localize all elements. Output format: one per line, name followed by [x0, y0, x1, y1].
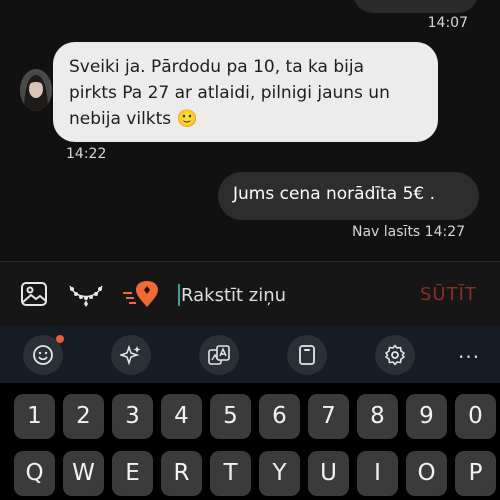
notification-dot [56, 335, 64, 343]
avatar[interactable] [20, 69, 52, 111]
ai-assist-button[interactable] [111, 335, 151, 375]
text-cursor [178, 284, 180, 306]
incoming-message[interactable]: Sveiki ja. Pārdodu pa 10, ta ka bija pir… [53, 42, 438, 142]
outgoing-message-text: Jums cena norādīta 5€ . [233, 184, 436, 204]
sparkle-icon [120, 344, 141, 366]
keyboard-settings-button[interactable] [375, 335, 415, 375]
key[interactable]: I [357, 451, 398, 496]
key[interactable]: W [63, 451, 104, 496]
key[interactable]: R [161, 451, 202, 496]
key[interactable]: 8 [357, 394, 398, 439]
clipboard-icon [299, 345, 315, 365]
key[interactable]: 6 [259, 394, 300, 439]
key[interactable]: 3 [112, 394, 153, 439]
avatar-image [20, 69, 52, 111]
send-button[interactable]: SŪTĪT [420, 284, 477, 305]
incoming-message-time: 14:22 [66, 146, 107, 162]
previous-message-bubble[interactable] [353, 0, 478, 13]
key[interactable]: T [210, 451, 251, 496]
key[interactable]: Y [259, 451, 300, 496]
compose-bar: Rakstīt ziņu SŪTĪT [0, 261, 500, 326]
keyboard-toolbar [0, 326, 500, 383]
emoji-icon [33, 345, 53, 365]
key[interactable]: 9 [406, 394, 447, 439]
keyboard: 1 2 3 4 5 6 7 8 9 0 Q W E R T Y U I O P [0, 383, 500, 500]
key[interactable]: 2 [63, 394, 104, 439]
chat-area: 14:07 Sveiki ja. Pārdodu pa 10, ta ka bi… [0, 0, 500, 261]
more-icon[interactable]: ··· [458, 345, 480, 369]
translate-icon [208, 345, 230, 365]
incoming-message-line: pirkts Pa 27 ar atlaidi, pilnigi jauns u… [69, 83, 390, 103]
key[interactable]: E [112, 451, 153, 496]
key[interactable]: Q [14, 451, 55, 496]
translate-button[interactable] [199, 335, 239, 375]
settings-icon [385, 344, 405, 366]
key[interactable]: U [308, 451, 349, 496]
key[interactable]: O [406, 451, 447, 496]
key[interactable]: 7 [308, 394, 349, 439]
key[interactable]: 5 [210, 394, 251, 439]
incoming-message-line: nebija vilkts 🙂 [69, 109, 198, 129]
key[interactable]: 0 [455, 394, 496, 439]
previous-message-time: 14:07 [427, 15, 468, 31]
message-input[interactable]: Rakstīt ziņu [181, 285, 286, 306]
clipboard-button[interactable] [287, 335, 327, 375]
necklace-icon[interactable] [68, 280, 104, 308]
delivery-location-icon[interactable] [121, 280, 159, 308]
outgoing-message[interactable]: Jums cena norādīta 5€ . [218, 172, 479, 220]
gallery-icon[interactable] [20, 280, 48, 308]
key[interactable]: 1 [14, 394, 55, 439]
key[interactable]: 4 [161, 394, 202, 439]
key[interactable]: P [455, 451, 496, 496]
outgoing-message-status: Nav lasīts 14:27 [352, 224, 466, 240]
incoming-message-line: Sveiki ja. Pārdodu pa 10, ta ka bija [69, 57, 365, 77]
